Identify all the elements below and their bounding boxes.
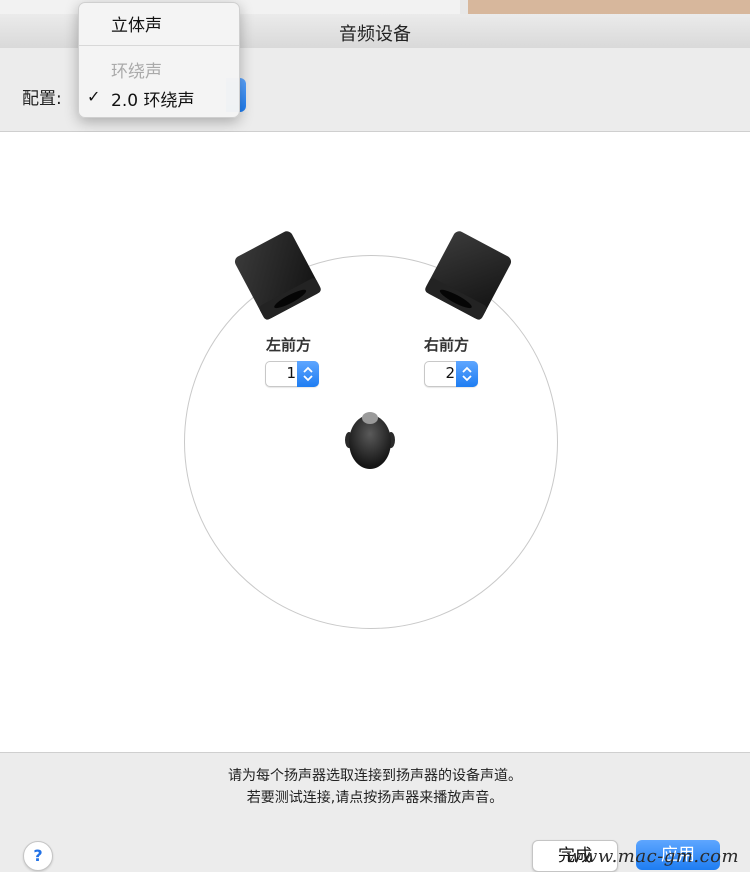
right-channel-stepper[interactable]: 2: [424, 361, 478, 387]
config-dropdown-menu: 立体声 环绕声 ✓ 2.0 环绕声: [78, 2, 240, 118]
speaker-layout-panel: 左前方 1 右前方 2: [0, 132, 750, 753]
menu-item-2-0-surround[interactable]: 2.0 环绕声: [111, 86, 194, 111]
left-channel-stepper[interactable]: 1: [265, 361, 319, 387]
right-speaker-label: 右前方: [424, 336, 470, 354]
instructions-line-1: 请为每个扬声器选取连接到扬声器的设备声道。: [228, 768, 522, 784]
background-desktop: [468, 0, 750, 14]
right-speaker-icon[interactable]: [418, 230, 518, 322]
instructions-line-2: 若要测试连接,请点按扬声器来播放声音。: [246, 790, 504, 806]
instructions: 请为每个扬声器选取连接到扬声器的设备声道。 若要测试连接,请点按扬声器来播放声音…: [0, 765, 750, 809]
left-speaker-label: 左前方: [266, 336, 312, 354]
help-button[interactable]: ?: [23, 841, 53, 871]
left-speaker-icon[interactable]: [228, 230, 328, 322]
right-stepper-arrows-icon[interactable]: [456, 361, 478, 387]
watermark-text: www.mac-gm.com: [566, 846, 740, 867]
menu-item-surround-header: 环绕声: [111, 62, 162, 82]
right-channel-value: 2: [445, 364, 455, 382]
left-channel-value: 1: [286, 364, 296, 382]
menu-item-stereo[interactable]: 立体声: [111, 11, 162, 36]
menu-separator: [79, 45, 239, 46]
listener-head-icon: [345, 412, 395, 469]
config-label: 配置:: [22, 89, 62, 109]
left-stepper-arrows-icon[interactable]: [297, 361, 319, 387]
checkmark-icon: ✓: [87, 87, 101, 106]
